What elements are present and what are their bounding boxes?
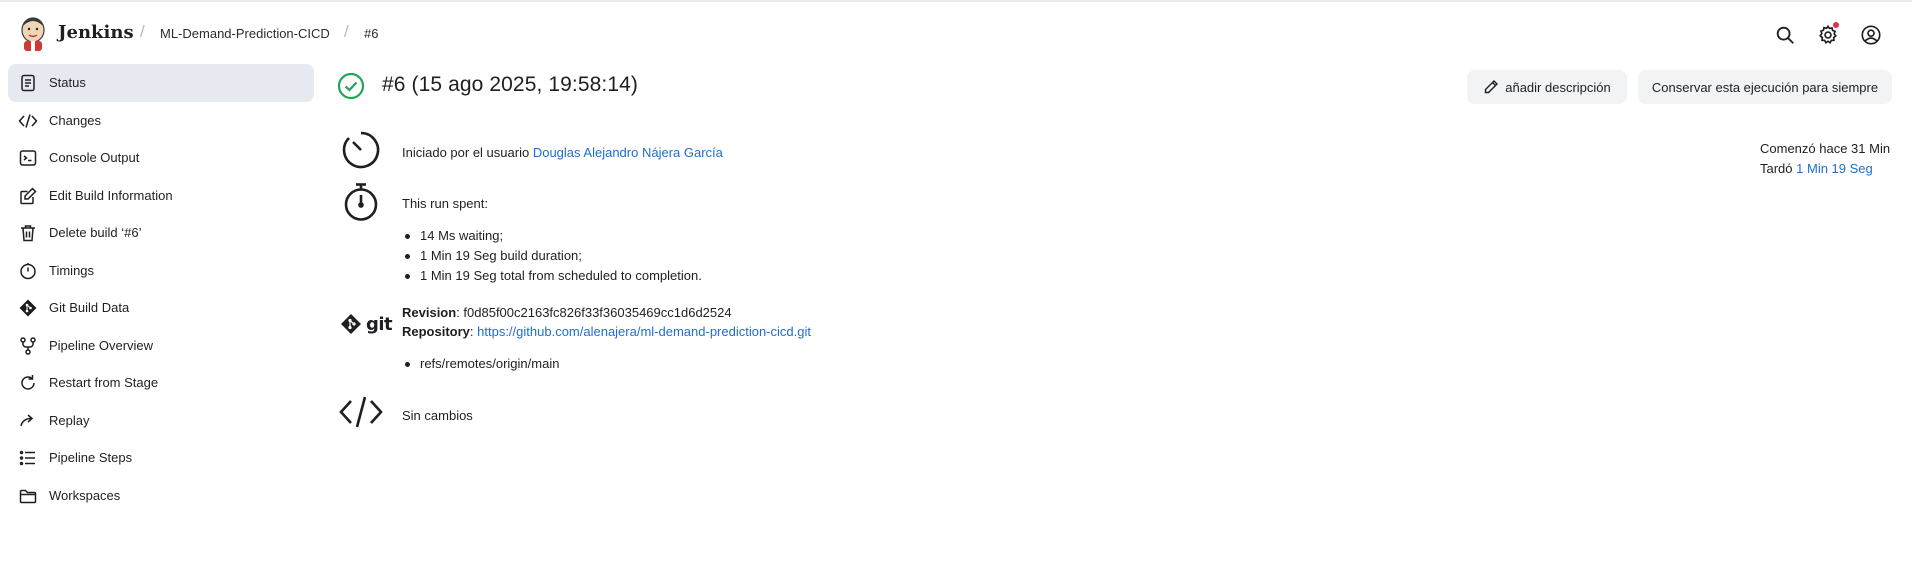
restart-icon bbox=[21, 375, 35, 390]
add-description-button[interactable]: añadir descripción bbox=[1467, 70, 1627, 104]
success-check-icon bbox=[337, 72, 365, 100]
git-icon bbox=[19, 299, 37, 317]
document-icon bbox=[21, 74, 35, 92]
jenkins-logo[interactable] bbox=[18, 16, 48, 52]
keep-build-forever-label: Conservar esta ejecución para siempre bbox=[1651, 79, 1879, 95]
sidebar-item-timings[interactable]: Timings bbox=[8, 252, 314, 290]
list-icon bbox=[19, 450, 35, 466]
page-title: #6 (15 ago 2025, 19:58:14) bbox=[382, 73, 638, 96]
brand-name[interactable]: Jenkins bbox=[58, 22, 134, 43]
sidebar-item-label: Delete build ‘#6’ bbox=[49, 225, 142, 240]
list-item: 14 Ms waiting; bbox=[405, 228, 702, 248]
breadcrumb-job[interactable]: ML-Demand-Prediction-CICD bbox=[160, 26, 330, 41]
sidebar-item-label: Changes bbox=[49, 112, 102, 128]
breadcrumb-separator: / bbox=[344, 22, 349, 41]
branch-icon bbox=[20, 336, 36, 355]
add-description-label: añadir descripción bbox=[1505, 79, 1611, 95]
started-by-prefix: Iniciado por el usuario bbox=[402, 145, 530, 160]
repository-row: Repository: https://github.com/alenajera… bbox=[402, 324, 811, 339]
sidebar-item-console-output[interactable]: Console Output bbox=[8, 139, 314, 177]
sidebar-item-edit-build-information[interactable]: Edit Build Information bbox=[8, 177, 314, 215]
stopwatch-icon bbox=[20, 262, 36, 279]
sidebar-item-workspaces[interactable]: Workspaces bbox=[8, 477, 314, 515]
repository-label: Repository bbox=[402, 324, 470, 339]
no-changes-text: Sin cambios bbox=[402, 408, 473, 423]
code-large-icon bbox=[339, 396, 383, 428]
sidebar-item-label: Replay bbox=[49, 412, 90, 428]
git-logo: git bbox=[340, 312, 393, 336]
duration-link[interactable]: 1 Min 19 Seg bbox=[1796, 161, 1873, 176]
revision-row: Revision: f0d85f00c2163fc826f33f36035469… bbox=[402, 305, 732, 320]
replay-icon bbox=[20, 413, 34, 426]
sidebar-item-git-build-data[interactable]: Git Build Data bbox=[8, 289, 314, 327]
git-wordmark: git bbox=[366, 313, 393, 335]
took-label: Tardó bbox=[1760, 161, 1793, 176]
sidebar-item-pipeline-steps[interactable]: Pipeline Steps bbox=[8, 439, 314, 477]
pencil-icon bbox=[1485, 80, 1499, 94]
terminal-icon bbox=[19, 150, 37, 166]
git-diamond-icon bbox=[341, 314, 361, 334]
sidebar-item-label: Pipeline Overview bbox=[49, 337, 154, 353]
notification-dot bbox=[1833, 22, 1839, 28]
sidebar-item-label: Console Output bbox=[49, 150, 140, 165]
sidebar-item-pipeline-overview[interactable]: Pipeline Overview bbox=[8, 327, 314, 365]
trash-icon bbox=[21, 225, 35, 242]
started-by-user-link[interactable]: Douglas Alejandro Nájera García bbox=[533, 145, 723, 160]
repository-link[interactable]: https://github.com/alenajera/ml-demand-p… bbox=[477, 324, 811, 339]
list-item: 1 Min 19 Seg total from scheduled to com… bbox=[405, 268, 702, 288]
timer-icon bbox=[342, 131, 380, 169]
sidebar-item-restart-from-stage[interactable]: Restart from Stage bbox=[8, 364, 314, 402]
breadcrumb-separator: / bbox=[140, 22, 145, 41]
sidebar-item-delete-build[interactable]: Delete build ‘#6’ bbox=[8, 214, 314, 252]
sidebar-item-status[interactable]: Status bbox=[8, 64, 314, 102]
list-item: 1 Min 19 Seg build duration; bbox=[405, 248, 702, 268]
run-spent-list: 14 Ms waiting; 1 Min 19 Seg build durati… bbox=[405, 228, 702, 288]
sidebar-item-label: Edit Build Information bbox=[49, 187, 173, 203]
sidebar-item-label: Pipeline Steps bbox=[49, 450, 133, 465]
started-ago: Comenzó hace 31 Min bbox=[1760, 141, 1891, 156]
search-icon[interactable] bbox=[1774, 24, 1796, 46]
duration-info: Tardó 1 Min 19 Seg bbox=[1760, 161, 1873, 176]
top-header: Jenkins / ML-Demand-Prediction-CICD / #6 bbox=[0, 0, 1912, 64]
started-by-text: Iniciado por el usuario Douglas Alejandr… bbox=[402, 145, 723, 160]
refs-list: refs/remotes/origin/main bbox=[404, 356, 559, 376]
keep-build-forever-button[interactable]: Conservar esta ejecución para siempre bbox=[1638, 70, 1892, 104]
sidebar-item-changes[interactable]: Changes bbox=[8, 102, 314, 140]
sidebar-item-label: Workspaces bbox=[49, 487, 121, 503]
sidebar: Status Changes Console Output Edit Build… bbox=[8, 64, 314, 514]
code-icon bbox=[18, 113, 38, 128]
stopwatch-large-icon bbox=[344, 183, 378, 221]
breadcrumb-build[interactable]: #6 bbox=[364, 26, 378, 41]
revision-value: : f0d85f00c2163fc826f33f36035469cc1d6d25… bbox=[456, 305, 732, 320]
sidebar-item-replay[interactable]: Replay bbox=[8, 402, 314, 440]
edit-icon bbox=[20, 186, 37, 204]
list-item: refs/remotes/origin/main bbox=[404, 356, 559, 376]
sidebar-item-label: Timings bbox=[49, 262, 95, 278]
run-spent-label: This run spent: bbox=[402, 196, 488, 211]
folder-icon bbox=[19, 489, 37, 503]
sidebar-item-label: Git Build Data bbox=[49, 300, 130, 315]
sidebar-item-label: Status bbox=[49, 75, 86, 90]
user-icon[interactable] bbox=[1860, 24, 1882, 46]
revision-label: Revision bbox=[402, 305, 457, 320]
sidebar-item-label: Restart from Stage bbox=[49, 375, 159, 390]
